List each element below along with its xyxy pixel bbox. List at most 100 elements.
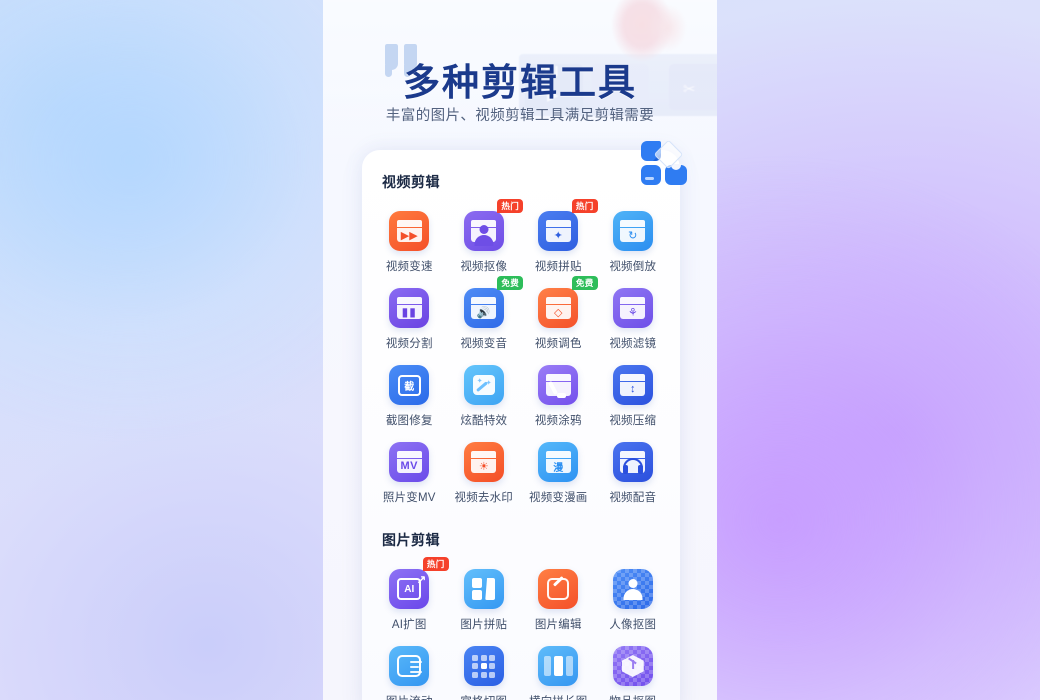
tool-item[interactable]: 热门 ✦ 视频拼贴: [521, 199, 598, 277]
tool-grid: ▶▶ 视频变速 热门 视频抠像 热门 ✦ 视频拼贴 ↻ 视频倒放 ▮▮ 视频分割 免费 🔊 视频变音 免费 ◇…: [362, 196, 680, 508]
clapperboard-shape: 漫: [545, 451, 571, 474]
tool-label: 视频拼贴: [534, 261, 582, 273]
tool-item[interactable]: MV 照片变MV: [372, 431, 447, 508]
tool-label: 视频变速: [385, 261, 433, 273]
tool-item[interactable]: 免费 ◇ 视频调色: [521, 276, 598, 354]
tool-label: 视频变漫画: [529, 492, 588, 504]
page-title: 多种剪辑工具: [403, 61, 637, 104]
clapperboard-comic-icon[interactable]: 漫: [538, 442, 579, 482]
tool-item[interactable]: 免费 🔊 视频变音: [447, 276, 523, 354]
tool-badge: 热门: [571, 199, 598, 213]
clapperboard-brush-icon[interactable]: [538, 365, 579, 405]
clapperboard-shape: ⚘: [620, 297, 646, 319]
clapperboard-contrast-icon[interactable]: ◇: [538, 288, 579, 328]
photo-edit-pencil-icon[interactable]: [538, 569, 579, 609]
tool-item[interactable]: ↻ 视频倒放: [596, 200, 671, 277]
tool-item[interactable]: 漫视频变漫画: [521, 431, 596, 508]
grid-split-icon[interactable]: [463, 646, 504, 686]
tool-label: 物品抠图: [609, 693, 656, 700]
stitch-bars: [543, 656, 573, 676]
tool-label: 视频配音: [609, 492, 657, 504]
clapperboard-shape: ◇: [545, 297, 571, 319]
tool-label: 截图修复: [385, 415, 433, 427]
flow-frame: [397, 655, 423, 677]
pencil-shape: [547, 578, 570, 600]
clapperboard-puzzle-icon[interactable]: ✦: [538, 211, 579, 251]
tool-label: AI扩图: [391, 619, 427, 631]
collage-shape: [472, 578, 496, 600]
tool-item[interactable]: 热门 AI ↗ AI扩图: [372, 557, 449, 635]
screenshot-frame: 截: [397, 374, 421, 396]
photo-flow-icon[interactable]: [389, 646, 430, 686]
clapperboard-shape: ↻: [620, 220, 646, 242]
clapperboard-compress-icon[interactable]: ↕: [612, 365, 653, 405]
tool-item[interactable]: 图片拼贴: [447, 558, 522, 635]
tool-label: 视频涂鸦: [534, 415, 582, 427]
clapperboard-headphone-icon[interactable]: [612, 442, 653, 482]
clapperboard-mv-icon[interactable]: MV: [389, 442, 430, 482]
tool-item[interactable]: 图片流动: [372, 635, 447, 700]
photo-collage-icon[interactable]: [463, 569, 504, 609]
clapperboard-filter-icon[interactable]: ⚘: [612, 288, 653, 328]
screenshot-repair-icon[interactable]: 截: [389, 365, 430, 405]
tool-item[interactable]: 热门视频抠像: [447, 199, 523, 277]
tool-label: 视频滤镜: [609, 338, 657, 350]
magic-effects-icon[interactable]: ✦ ✦: [463, 365, 504, 405]
clapperboard-person-icon[interactable]: [463, 211, 504, 251]
tool-item[interactable]: 图片编辑: [521, 558, 596, 635]
tool-item[interactable]: 宫格切图: [447, 635, 522, 700]
clapperboard-shape: [545, 374, 571, 398]
tool-badge: 热门: [497, 199, 523, 213]
object-cutout-icon[interactable]: [612, 646, 653, 686]
tool-item[interactable]: ☀ 视频去水印: [447, 431, 522, 508]
tool-label: 视频抠像: [460, 261, 508, 273]
tool-item[interactable]: ▮▮ 视频分割: [372, 277, 447, 354]
tool-label: 图片拼贴: [460, 619, 508, 631]
tool-label: 照片变MV: [382, 492, 436, 504]
horizontal-stitch-icon[interactable]: [538, 646, 579, 686]
tool-label: 宫格切图: [460, 693, 507, 700]
section-title: 图片剪辑: [382, 532, 440, 548]
tool-item[interactable]: ⚘ 视频滤镜: [596, 277, 671, 354]
tool-label: 人像抠图: [609, 619, 657, 631]
page-subtitle: 丰富的图片、视频剪辑工具满足剪辑需要: [385, 108, 655, 124]
clapperboard-speaker-icon[interactable]: 🔊: [463, 288, 504, 328]
clapperboard-shape: [471, 220, 497, 246]
clapperboard-shape: ↕: [620, 374, 646, 396]
clapperboard-split-icon[interactable]: ▮▮: [389, 288, 430, 328]
tool-badge: 免费: [571, 276, 598, 290]
tool-label: 横向拼长图: [529, 693, 588, 700]
clapperboard-watermark-icon[interactable]: ☀: [463, 442, 504, 482]
ai-expand-icon[interactable]: AI ↗: [389, 569, 430, 609]
clapperboard-shape: 🔊: [471, 297, 497, 319]
tool-item[interactable]: 物品抠图: [596, 635, 671, 700]
tool-item[interactable]: ✦ ✦ 炫酷特效: [447, 354, 522, 431]
tool-item[interactable]: ↕ 视频压缩: [596, 354, 671, 431]
tool-item[interactable]: 人像抠图: [596, 558, 671, 635]
clapperboard-fastforward-icon[interactable]: ▶▶: [389, 211, 430, 251]
tool-item[interactable]: 视频配音: [596, 431, 671, 508]
tool-label: 图片编辑: [534, 619, 582, 631]
tools-card: 视频剪辑 ▶▶ 视频变速 热门 视频抠像 热门 ✦ 视频拼贴 ↻ 视频倒放 ▮▮ 视频分割 免费 🔊 视频变…: [362, 150, 680, 700]
tool-label: 图片流动: [386, 693, 433, 700]
tool-item[interactable]: 横向拼长图: [521, 635, 596, 700]
clapperboard-loop-icon[interactable]: ↻: [612, 211, 653, 251]
phone-panel: AI ▶ ✂ 多种剪辑工具 丰富的图片、视频剪辑工具满足剪辑需要 视频剪辑 ▶▶ 视…: [323, 0, 717, 700]
tool-label: 视频分割: [385, 338, 433, 350]
magic-wand-shape: ✦ ✦: [472, 375, 495, 395]
tool-label: 视频倒放: [609, 261, 657, 273]
clapperboard-shape: MV: [396, 451, 422, 473]
tool-label: 视频调色: [534, 338, 582, 350]
clapperboard-shape: ✦: [545, 220, 571, 242]
section-title: 视频剪辑: [382, 174, 440, 190]
tool-badge: 热门: [422, 557, 449, 571]
clapperboard-shape: ▮▮: [396, 297, 422, 319]
tool-item[interactable]: 截截图修复: [372, 354, 447, 431]
tool-item[interactable]: ▶▶ 视频变速: [372, 200, 447, 277]
clapperboard-shape: ☀: [471, 451, 497, 473]
tool-label: 视频压缩: [609, 415, 657, 427]
tool-label: 炫酷特效: [460, 415, 508, 427]
tool-item[interactable]: 视频涂鸦: [521, 354, 596, 431]
portrait-cutout-icon[interactable]: [612, 569, 653, 609]
tool-grid: 热门 AI↗ AI扩图 图片拼贴 图片编辑 人像抠图图片流动 宫格切图 横向拼长图 物品抠图: [362, 554, 680, 700]
